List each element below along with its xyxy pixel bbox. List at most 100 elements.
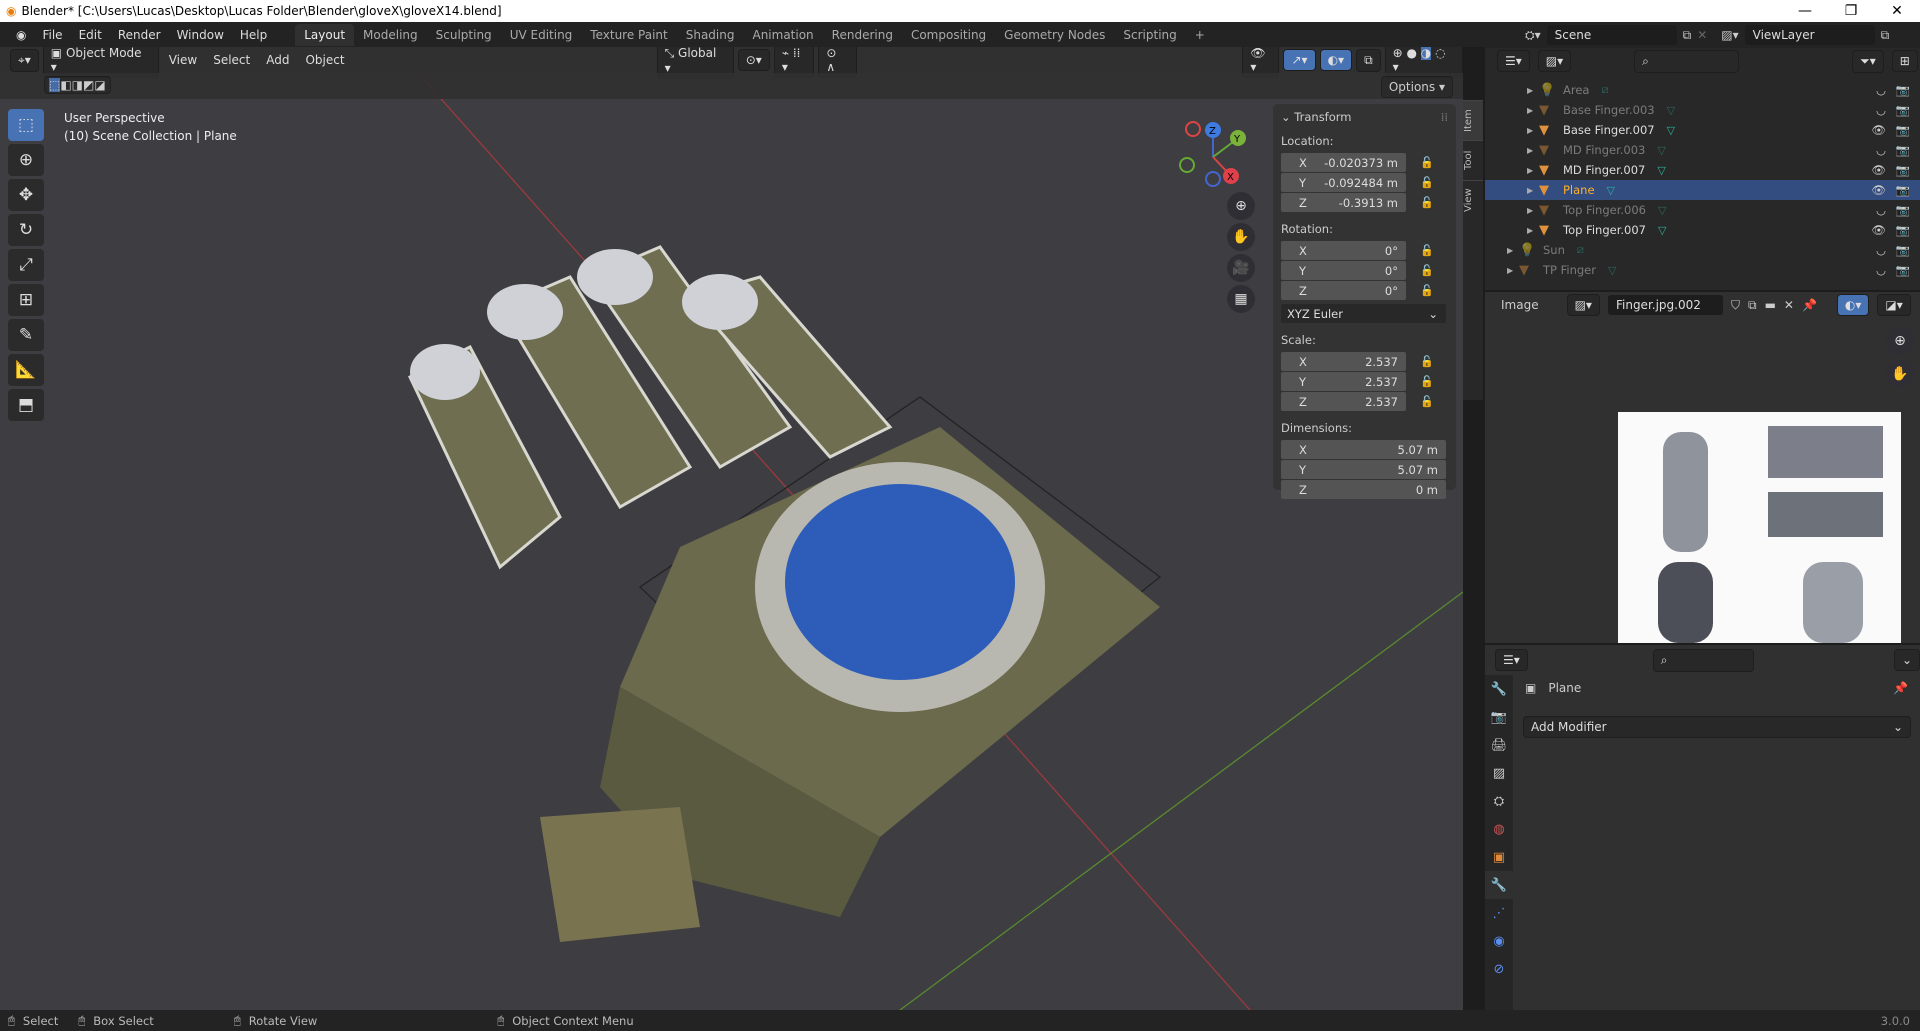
measure-tool-icon[interactable]: 📐	[8, 354, 44, 386]
location-y-field[interactable]: Y -0.092484 m	[1281, 173, 1406, 192]
scale-y-field[interactable]: Y 2.537	[1281, 372, 1406, 391]
tab-rendering[interactable]: Rendering	[823, 24, 902, 46]
new-collection-button[interactable]: ⊞	[1891, 50, 1918, 72]
eye-closed-icon[interactable]: ◡	[1876, 103, 1886, 117]
display-channels-dropdown[interactable]: ◪▾	[1877, 294, 1911, 316]
lock-icon[interactable]: 🔓	[1420, 196, 1434, 209]
expand-arrow-icon[interactable]: ▶	[1527, 206, 1539, 215]
minimize-button[interactable]: —	[1782, 0, 1828, 22]
maximize-button[interactable]: ❐	[1828, 0, 1874, 22]
fake-user-icon[interactable]: ⛉	[1731, 298, 1740, 313]
editor-type-button[interactable]: ⌖▾	[10, 48, 39, 72]
menu-object[interactable]: Object	[299, 53, 350, 67]
properties-search-input[interactable]: ⌕	[1652, 648, 1754, 672]
scale-x-field[interactable]: X 2.537	[1281, 352, 1406, 371]
location-z-field[interactable]: Z -0.3913 m	[1281, 193, 1406, 212]
move-tool-icon[interactable]: ✥	[8, 179, 44, 211]
menu-add[interactable]: Add	[260, 53, 295, 67]
eye-icon[interactable]: 👁	[1871, 183, 1886, 197]
expand-arrow-icon[interactable]: ▶	[1527, 226, 1539, 235]
perspective-grid-icon[interactable]: ▦	[1227, 285, 1255, 313]
camera-view-icon[interactable]: 🎥	[1227, 254, 1255, 282]
tab-scripting[interactable]: Scripting	[1114, 24, 1185, 46]
physics-tab-icon[interactable]: ◉	[1485, 927, 1513, 955]
new-view-layer-icon[interactable]: ⧉	[1881, 28, 1890, 43]
filter-view-layer-dropdown[interactable]: ▨▾	[1537, 50, 1572, 72]
eye-closed-icon[interactable]: ◡	[1876, 203, 1886, 217]
tab-modeling[interactable]: Modeling	[354, 24, 427, 46]
new-scene-icon[interactable]: ⧉	[1683, 28, 1692, 43]
xray-toggle[interactable]: ⧉	[1356, 48, 1381, 72]
expand-arrow-icon[interactable]: ▶	[1527, 146, 1539, 155]
image-menu[interactable]: Image	[1501, 298, 1539, 312]
display-mode-dropdown[interactable]: ☰▾	[1497, 50, 1530, 72]
eye-closed-icon[interactable]: ◡	[1876, 83, 1886, 97]
menu-view[interactable]: View	[163, 53, 203, 67]
lock-icon[interactable]: 🔓	[1420, 284, 1434, 297]
eye-closed-icon[interactable]: ◡	[1876, 143, 1886, 157]
expand-arrow-icon[interactable]: ▶	[1507, 266, 1519, 275]
menu-edit[interactable]: Edit	[71, 28, 110, 42]
expand-arrow-icon[interactable]: ▶	[1527, 126, 1539, 135]
annotate-tool-icon[interactable]: ✎	[8, 319, 44, 351]
expand-arrow-icon[interactable]: ▶	[1507, 246, 1519, 255]
scale-tool-icon[interactable]: ⤢	[8, 249, 44, 281]
render-camera-icon[interactable]: 📷	[1896, 103, 1910, 117]
lock-icon[interactable]: 🔓	[1420, 244, 1434, 257]
gizmo-toggle[interactable]: ↗▾	[1283, 49, 1316, 71]
lock-icon[interactable]: 🔓	[1420, 156, 1434, 169]
render-tab-icon[interactable]: 📷	[1485, 703, 1513, 731]
outliner-search-input[interactable]: ⌕	[1634, 49, 1740, 73]
outliner-item[interactable]: ▶ 💡 Sun ⧄ ◡ 📷	[1485, 240, 1920, 260]
menu-select[interactable]: Select	[207, 53, 256, 67]
navigation-gizmo[interactable]: Z Y X	[1175, 117, 1255, 197]
cursor-tool-icon[interactable]: ⊕	[8, 144, 44, 176]
pin-icon[interactable]: 📌	[1802, 298, 1817, 312]
rotation-x-field[interactable]: X 0°	[1281, 241, 1406, 260]
outliner-item[interactable]: ▶ ▼ TP Finger ▽ ◡ 📷	[1485, 260, 1920, 280]
outliner-item[interactable]: ▶ ▼ MD Finger.007 ▽ 👁 📷	[1485, 160, 1920, 180]
transform-header[interactable]: ⌄ Transform	[1281, 110, 1352, 124]
outliner-item[interactable]: ▶ ▼ Plane ▽ 👁 📷	[1485, 180, 1920, 200]
render-camera-icon[interactable]: 📷	[1896, 183, 1910, 197]
tab-animation[interactable]: Animation	[743, 24, 822, 46]
location-x-field[interactable]: X -0.020373 m	[1281, 153, 1406, 172]
tool-tab-icon[interactable]: 🔧	[1485, 675, 1513, 703]
overlay-toggle[interactable]: ◐▾	[1319, 49, 1353, 71]
scene-icon[interactable]: ⛭▾	[1525, 28, 1541, 43]
rotation-y-field[interactable]: Y 0°	[1281, 261, 1406, 280]
image-zoom-icon[interactable]: ⊕	[1886, 327, 1914, 355]
render-camera-icon[interactable]: 📷	[1896, 143, 1910, 157]
lock-icon[interactable]: 🔓	[1420, 375, 1434, 388]
menu-help[interactable]: Help	[232, 28, 275, 42]
expand-arrow-icon[interactable]: ▶	[1527, 86, 1539, 95]
image-name-field[interactable]: Finger.jpg.002	[1607, 295, 1723, 315]
outliner-item[interactable]: ▶ ▼ Base Finger.007 ▽ 👁 📷	[1485, 120, 1920, 140]
close-button[interactable]: ✕	[1874, 0, 1920, 22]
tab-compositing[interactable]: Compositing	[902, 24, 995, 46]
options-dropdown[interactable]: Options ▾	[1380, 76, 1453, 98]
view-layer-tab-icon[interactable]: ▨	[1485, 759, 1513, 787]
remove-scene-icon[interactable]: ✕	[1697, 28, 1707, 42]
menu-render[interactable]: Render	[110, 28, 169, 42]
image-pan-icon[interactable]: ✋	[1886, 360, 1914, 388]
lock-icon[interactable]: 🔓	[1420, 264, 1434, 277]
pin-icon[interactable]: 📌	[1893, 681, 1908, 695]
select-box-tool-icon[interactable]: ⬚	[8, 109, 44, 141]
tab-texture-paint[interactable]: Texture Paint	[581, 24, 676, 46]
add-workspace-button[interactable]: +	[1186, 24, 1214, 46]
scene-tab-icon[interactable]: ⛭	[1485, 787, 1513, 815]
render-camera-icon[interactable]: 📷	[1896, 243, 1910, 257]
world-tab-icon[interactable]: ◍	[1485, 815, 1513, 843]
tab-view[interactable]: View	[1463, 180, 1483, 220]
render-camera-icon[interactable]: 📷	[1896, 203, 1910, 217]
blender-menu-icon[interactable]: ◉	[8, 28, 34, 42]
render-camera-icon[interactable]: 📷	[1896, 163, 1910, 177]
3d-viewport[interactable]: ⌖▾ ▣ Object Mode ▾ View Select Add Objec…	[0, 47, 1463, 1010]
lock-icon[interactable]: 🔓	[1420, 395, 1434, 408]
add-cube-tool-icon[interactable]: ⬒	[8, 389, 44, 421]
transform-tool-icon[interactable]: ⊞	[8, 284, 44, 316]
new-image-icon[interactable]: ⧉	[1748, 298, 1757, 313]
pan-hand-icon[interactable]: ✋	[1227, 223, 1255, 251]
menu-window[interactable]: Window	[169, 28, 232, 42]
